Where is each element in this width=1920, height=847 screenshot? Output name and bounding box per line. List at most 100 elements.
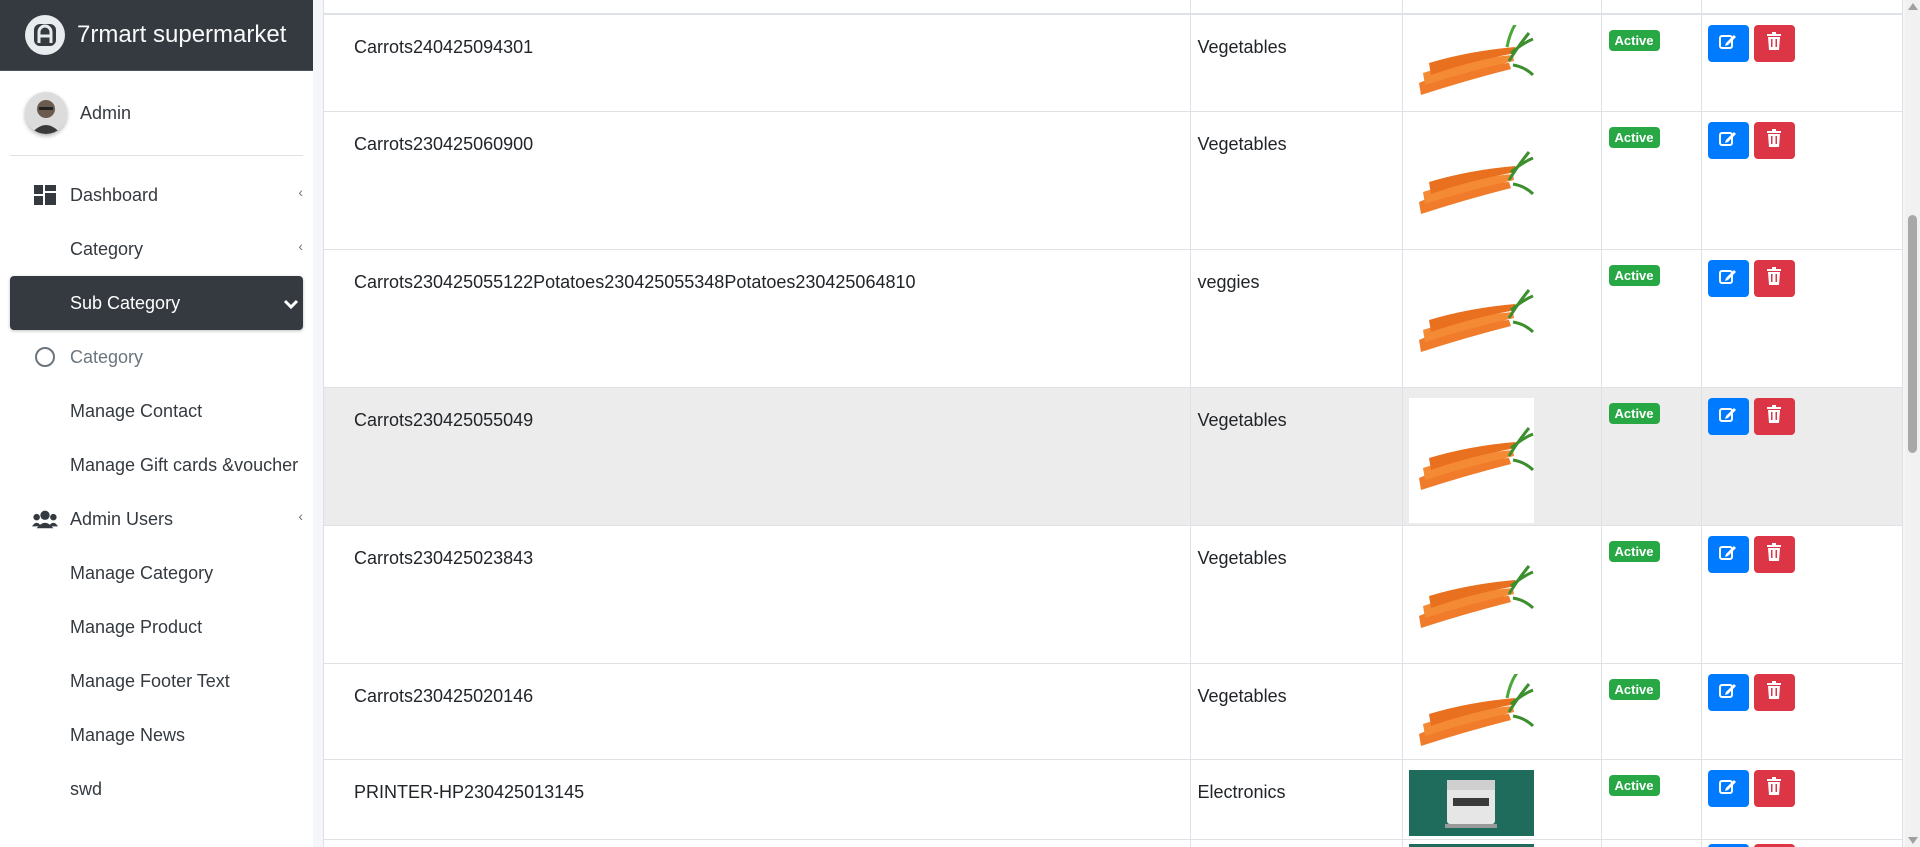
edit-icon [1718,128,1738,153]
delete-button[interactable] [1753,259,1795,297]
edit-button[interactable] [1707,535,1749,573]
sidebar-item-admin-users[interactable]: Admin Users ‹ [10,492,303,546]
sidebar-item-category[interactable]: Category ‹ [10,222,303,276]
table-row: Carrots230425023843 Vegetables Active [324,525,1902,664]
delete-button[interactable] [1753,535,1795,573]
scroll-up-arrow-icon[interactable] [1908,3,1918,10]
edit-button[interactable] [1707,121,1749,159]
brand-title: 7rmart supermarket [77,21,287,48]
status-badge: Active [1608,30,1660,51]
sidebar-item-dashboard[interactable]: Dashboard ‹ [10,168,303,222]
delete-button[interactable] [1753,121,1795,159]
category-name: Vegetables [1197,133,1287,154]
sub-category-table: Carrots240425094301 Vegetables Active Ca… [323,0,1903,847]
trash-icon [1766,542,1782,566]
sidebar-item-label: Manage Category [70,562,214,583]
brand-link[interactable]: 7rmart supermarket [0,0,313,71]
sidebar-item-manage-news[interactable]: Manage News [10,708,303,762]
table-row: Carrots230425020146 Vegetables Active [324,663,1902,760]
printer-image [1408,843,1534,847]
sidebar-item-label: Dashboard [70,184,159,205]
avatar [25,92,67,134]
category-name: Vegetables [1197,37,1287,57]
category-name: Vegetables [1197,547,1287,568]
sub-category-name: Carrots230425023843 [354,547,534,568]
sidebar-item-label: Sub Category [70,292,181,313]
vertical-scrollbar[interactable] [1905,0,1920,847]
category-name: Electronics [1197,781,1286,802]
sidebar-item-sub-category[interactable]: Sub Category [10,276,303,330]
sidebar-item-label: Manage Gift cards &voucher [70,454,299,475]
sidebar-item-manage-contact[interactable]: Manage Contact [10,384,303,438]
scrollbar-thumb[interactable] [1908,215,1917,453]
status-badge: Active [1608,774,1660,796]
sidebar-nav: Dashboard ‹ Category ‹ Sub Category Cate… [0,168,313,816]
edit-button[interactable] [1707,769,1749,807]
delete-button[interactable] [1753,25,1795,62]
edit-button[interactable] [1707,673,1749,711]
edit-button[interactable] [1707,25,1749,62]
sidebar-item-label: swd [70,778,103,799]
table-row: PRINTER-HP230425013145 Electronics Activ… [324,759,1902,840]
trash-icon [1766,266,1782,290]
sidebar-item-swd[interactable]: swd [10,762,303,816]
sidebar-item-label: Category [70,238,144,259]
table-row: Carrots230425055122Potatoes230425055348P… [324,249,1902,388]
scroll-down-arrow-icon[interactable] [1908,837,1918,844]
chevron-left-icon: ‹ [298,238,303,254]
edit-icon [1718,680,1738,705]
trash-icon [1766,32,1782,55]
sub-category-name: Carrots230425055122Potatoes230425055348P… [354,271,916,292]
table-row: Carrots230425055049 Vegetables Active [324,387,1902,526]
carrot-image [1409,260,1534,385]
circle-icon [32,344,58,370]
edit-icon [1718,404,1738,429]
delete-button[interactable] [1753,673,1795,711]
delete-button[interactable] [1753,843,1795,847]
dashboard-icon [32,182,58,208]
status-badge: Active [1608,264,1660,286]
carrot-image [1409,122,1534,247]
delete-button[interactable] [1753,397,1795,435]
sidebar-item-manage-category[interactable]: Manage Category [10,546,303,600]
status-badge: Active [1608,126,1660,148]
edit-button[interactable] [1707,397,1749,435]
trash-icon [1766,776,1782,800]
sub-category-name: Carrots230425020146 [354,685,534,706]
category-name: veggies [1197,271,1260,292]
category-name: Vegetables [1197,685,1287,706]
sidebar-item-label: Manage News [70,724,186,745]
sidebar-item-label: Manage Product [70,616,203,637]
brand-logo-icon [25,15,65,55]
sub-category-name: Carrots230425055049 [354,409,534,430]
edit-button[interactable] [1707,843,1749,847]
sub-category-name: Carrots240425094301 [354,37,534,57]
trash-icon [1766,128,1782,152]
trash-icon [1766,680,1782,704]
sub-category-name: PRINTER-HP230425013145 [354,781,585,802]
sidebar: 7rmart supermarket Admin Dashboard ‹ Cat… [0,0,313,847]
table-row [324,839,1902,847]
users-icon [32,506,58,532]
edit-icon [1718,31,1738,56]
status-badge: Active [1608,540,1660,562]
table-row: Carrots240425094301 Vegetables Active [324,14,1902,112]
carrot-image [1408,397,1534,523]
status-badge: Active [1608,678,1660,700]
status-badge: Active [1608,402,1660,424]
sidebar-item-label: Manage Footer Text [70,670,230,691]
main-content: Carrots240425094301 Vegetables Active Ca… [313,0,1920,847]
chevron-left-icon: ‹ [298,508,303,524]
category-name: Vegetables [1197,409,1287,430]
user-name: Admin [80,102,132,123]
sidebar-item-category-circle[interactable]: Category [10,330,303,384]
sub-category-name: Carrots230425060900 [354,133,534,154]
edit-button[interactable] [1707,259,1749,297]
sidebar-item-manage-product[interactable]: Manage Product [10,600,303,654]
sidebar-item-label: Category [70,346,144,367]
sidebar-item-manage-gift-cards[interactable]: Manage Gift cards &voucher [10,438,303,492]
user-panel[interactable]: Admin [10,71,303,156]
delete-button[interactable] [1753,769,1795,807]
sidebar-item-manage-footer-text[interactable]: Manage Footer Text [10,654,303,708]
printer-image [1408,769,1534,836]
